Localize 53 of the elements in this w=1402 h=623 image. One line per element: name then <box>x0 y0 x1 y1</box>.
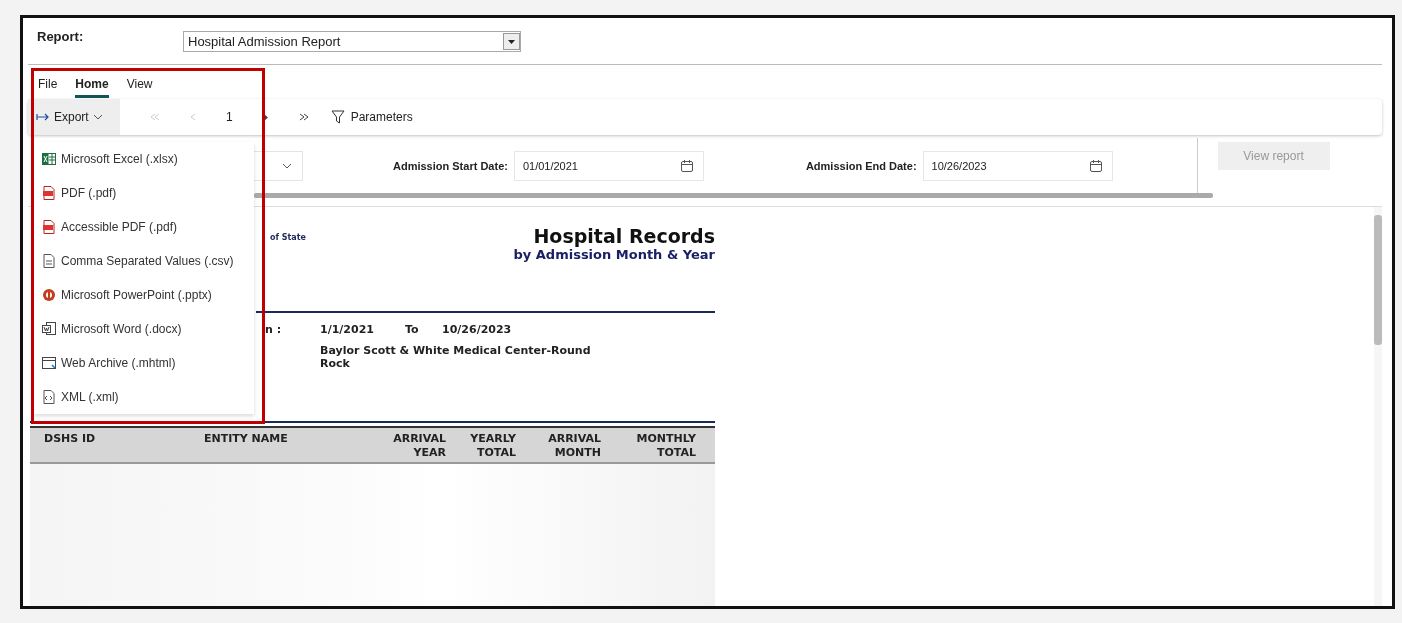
page-number: 1 <box>226 110 233 124</box>
facility-name: Baylor Scott & White Medical Center-Round Rock <box>320 344 592 370</box>
chevron-down-icon <box>92 114 103 120</box>
column-header: MONTHLY TOTAL <box>635 432 697 461</box>
previous-page-icon <box>190 113 196 121</box>
date-field[interactable]: 01/01/2021 <box>513 151 704 181</box>
menu-item[interactable]: XML (.xml) <box>34 380 254 414</box>
pdf-icon <box>42 220 56 234</box>
report-label: Report: <box>37 28 85 44</box>
document-icon <box>42 390 56 404</box>
logo-text: of State <box>270 233 306 242</box>
parameters-button[interactable]: Parameters <box>330 110 413 124</box>
last-page-icon <box>298 113 309 121</box>
calendar-icon <box>680 160 693 172</box>
filter-icon <box>330 110 345 124</box>
date-range-label: n : <box>265 323 283 336</box>
date-field[interactable]: 10/26/2023 <box>922 151 1113 181</box>
circle-document-icon <box>42 288 56 302</box>
column-header: ARRIVAL YEAR <box>392 432 447 461</box>
report-dropdown[interactable]: Hospital Admission Report <box>183 30 521 52</box>
export-button[interactable]: Export <box>28 99 120 135</box>
menu-item[interactable]: Accessible PDF (.pdf) <box>34 210 254 244</box>
column-header: YEARLY TOTAL <box>469 432 517 461</box>
chevron-down-icon <box>282 163 292 169</box>
horizontal-scrollbar[interactable] <box>254 193 1213 198</box>
menu-item[interactable]: Microsoft Excel (.xlsx) <box>34 142 254 176</box>
menu-item[interactable]: Web Archive (.mhtml) <box>34 346 254 380</box>
column-header: ARRIVAL MONTH <box>547 432 602 461</box>
excel-icon <box>42 152 56 166</box>
window-icon <box>42 356 56 370</box>
menu-item[interactable]: Microsoft Word (.docx) <box>34 312 254 346</box>
vertical-scrollbar[interactable] <box>1374 207 1382 606</box>
arrow-right-icon <box>36 113 50 121</box>
menu-item[interactable]: PDF (.pdf) <box>34 176 254 210</box>
menu-item[interactable]: Comma Separated Values (.csv) <box>34 244 254 278</box>
menu-tab[interactable]: File <box>38 77 58 95</box>
to-label: To <box>405 323 420 336</box>
parameter-label: Admission Start Date: <box>393 160 508 172</box>
menu-tab[interactable]: View <box>126 77 153 95</box>
menu-item[interactable]: Microsoft PowerPoint (.pptx) <box>34 278 254 312</box>
calendar-icon <box>1089 160 1102 172</box>
end-date: 10/26/2023 <box>442 323 512 336</box>
pdf-icon <box>42 186 56 200</box>
document-icon <box>42 254 56 268</box>
report-subtitle: by Admission Month & Year <box>513 247 715 262</box>
parameter-label: Admission End Date: <box>805 160 917 172</box>
next-page-icon <box>262 112 269 122</box>
column-header: ENTITY NAME <box>203 432 289 447</box>
report-title: Hospital Records <box>532 225 715 247</box>
column-header: DSHS ID <box>43 432 97 447</box>
document-icon <box>42 322 56 336</box>
start-date: 1/1/2021 <box>320 323 375 336</box>
first-page-icon <box>150 113 160 121</box>
